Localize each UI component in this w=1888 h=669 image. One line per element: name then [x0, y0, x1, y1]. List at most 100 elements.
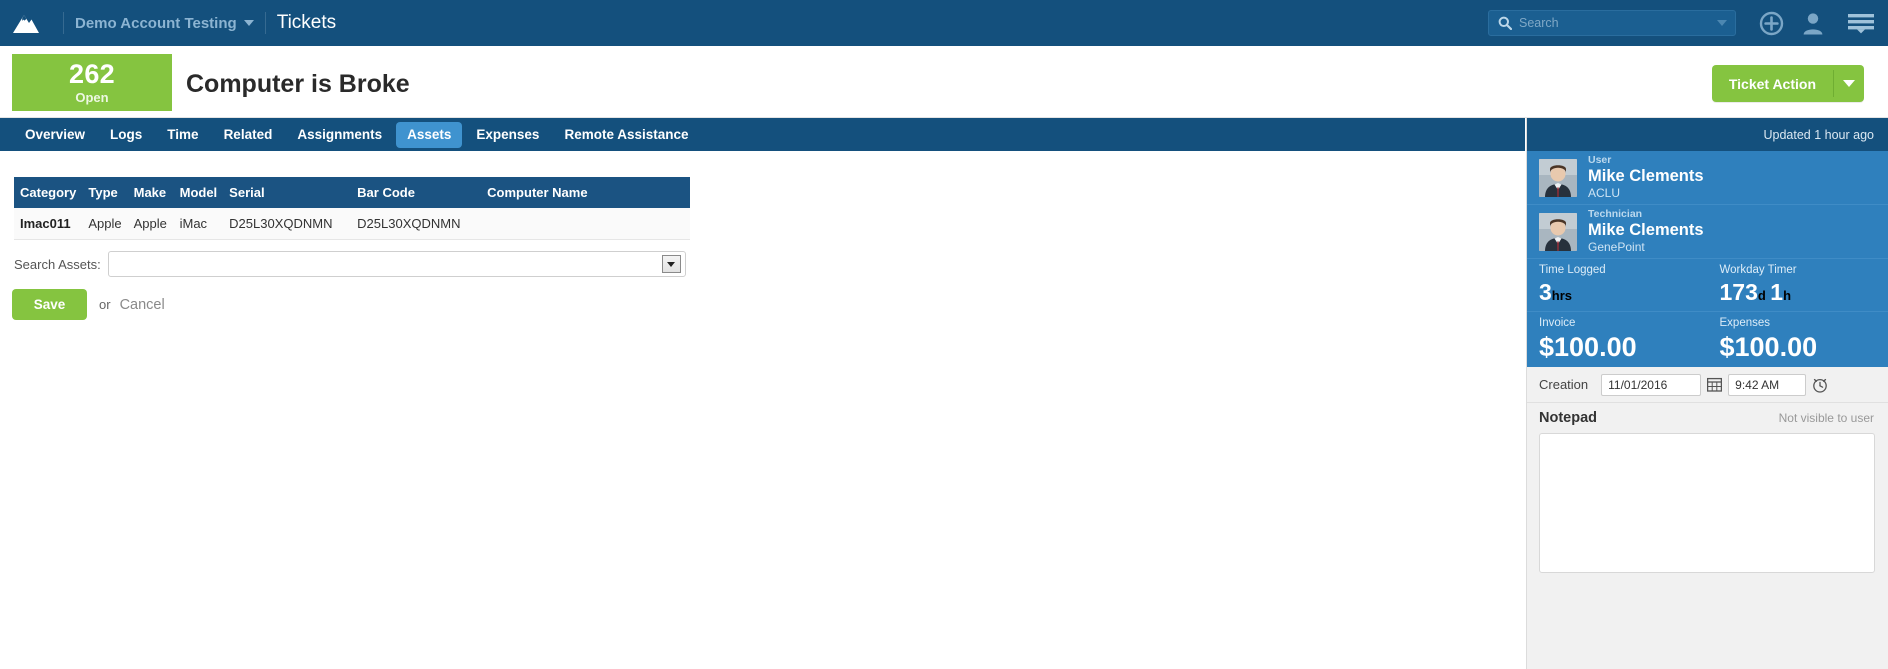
column-header-computer-name[interactable]: Computer Name — [481, 177, 690, 208]
time-stats-row: Time Logged 3hrs Workday Timer 173d 1h — [1527, 259, 1888, 312]
column-header-type[interactable]: Type — [82, 177, 128, 208]
status-badge[interactable]: 262 Open — [12, 54, 172, 111]
tab-time[interactable]: Time — [156, 123, 209, 147]
invoice-value: $100.00 — [1539, 331, 1637, 362]
workday-timer-stat[interactable]: Workday Timer 173d 1h — [1708, 259, 1888, 311]
hamburger-menu-icon — [1848, 14, 1874, 34]
column-header-serial[interactable]: Serial — [223, 177, 352, 208]
tab-expenses[interactable]: Expenses — [465, 123, 550, 147]
technician-role-label: Technician — [1588, 207, 1643, 220]
sidebar-user-row[interactable]: User Mike Clements ACLU — [1527, 151, 1888, 205]
status-badge-label: Open — [75, 90, 109, 105]
assets-table-body: Imac011 Apple Apple iMac D25L30XQDNMN D2… — [14, 208, 690, 240]
main-menu-button[interactable] — [1834, 0, 1888, 46]
save-button[interactable]: Save — [12, 289, 87, 320]
ticket-action-button[interactable]: Ticket Action — [1711, 65, 1864, 102]
user-name: Mike Clements — [1588, 167, 1704, 186]
calendar-glyph — [1707, 377, 1723, 392]
tab-logs[interactable]: Logs — [99, 123, 153, 147]
tab-remote-assistance[interactable]: Remote Assistance — [553, 123, 699, 147]
expenses-stat[interactable]: Expenses $100.00 — [1708, 312, 1888, 367]
time-logged-unit: hrs — [1551, 287, 1573, 303]
expenses-label: Expenses — [1719, 317, 1771, 329]
creation-date-input[interactable] — [1601, 373, 1702, 396]
workday-timer-hours: 1 — [1770, 278, 1784, 305]
top-nav-right-actions — [1488, 0, 1888, 46]
assets-table-head: Category Type Make Model Serial Bar Code… — [14, 177, 690, 208]
chevron-down-icon — [1843, 80, 1855, 87]
assets-panel: Category Type Make Model Serial Bar Code… — [0, 151, 1525, 669]
tab-related[interactable]: Related — [213, 123, 284, 147]
clock-icon[interactable] — [1812, 377, 1828, 393]
column-header-category[interactable]: Category — [14, 177, 83, 208]
technician-org: GenePoint — [1588, 239, 1645, 254]
cell-category: Imac011 — [14, 208, 83, 240]
cell-computer-name — [481, 208, 690, 240]
calendar-icon[interactable] — [1707, 377, 1723, 392]
updated-timestamp: Updated 1 hour ago — [1527, 118, 1888, 151]
workday-timer-days: 173 — [1719, 278, 1758, 305]
ticket-tab-bar: Overview Logs Time Related Assignments A… — [0, 118, 1525, 151]
tab-overview[interactable]: Overview — [14, 123, 96, 147]
time-logged-value: 3 — [1539, 278, 1552, 305]
plus-circle-icon — [1759, 11, 1783, 35]
avatar-photo — [1539, 158, 1577, 197]
search-assets-dropdown-button[interactable] — [661, 255, 681, 273]
user-info: User Mike Clements ACLU — [1588, 154, 1704, 201]
table-row[interactable]: Imac011 Apple Apple iMac D25L30XQDNMN D2… — [14, 208, 690, 240]
ticket-title: Computer is Broke — [186, 70, 410, 98]
chevron-down-icon — [243, 20, 254, 26]
search-input[interactable] — [1519, 16, 1699, 30]
money-stats-row: Invoice $100.00 Expenses $100.00 — [1527, 312, 1888, 367]
invoice-stat[interactable]: Invoice $100.00 — [1527, 312, 1708, 367]
global-search[interactable] — [1488, 10, 1736, 36]
table-header-row: Category Type Make Model Serial Bar Code… — [14, 177, 690, 208]
ticket-action-label: Ticket Action — [1728, 75, 1816, 92]
cell-serial: D25L30XQDNMN — [223, 208, 352, 240]
workday-timer-label: Workday Timer — [1719, 264, 1797, 276]
chevron-down-icon — [667, 261, 676, 267]
ticket-header: 262 Open Computer is Broke Ticket Action — [0, 46, 1888, 118]
notepad-header: Notepad Not visible to user — [1527, 403, 1888, 433]
technician-info: Technician Mike Clements GenePoint — [1588, 207, 1704, 255]
person-icon — [1803, 12, 1823, 34]
sidebar-technician-row[interactable]: Technician Mike Clements GenePoint — [1527, 205, 1888, 259]
workday-timer-days-unit: d — [1757, 287, 1766, 303]
search-assets-combobox[interactable] — [107, 251, 686, 277]
invoice-label: Invoice — [1539, 317, 1576, 329]
search-assets-input[interactable] — [108, 256, 649, 272]
creation-row: Creation — [1527, 367, 1888, 403]
clock-glyph — [1813, 378, 1827, 393]
cell-model: iMac — [173, 208, 224, 240]
workday-timer-hours-unit: h — [1783, 287, 1792, 303]
creation-time-input[interactable] — [1728, 373, 1807, 396]
creation-label: Creation — [1539, 377, 1589, 392]
notepad-title: Notepad — [1539, 410, 1597, 426]
cancel-button[interactable]: Cancel — [120, 297, 165, 313]
search-icon — [1498, 16, 1512, 30]
search-dropdown-caret-icon[interactable] — [1717, 20, 1727, 26]
column-header-bar-code[interactable]: Bar Code — [351, 177, 482, 208]
page-title: Tickets — [276, 12, 337, 33]
column-header-make[interactable]: Make — [127, 177, 174, 208]
search-assets-row: Search Assets: — [14, 251, 686, 277]
notepad-visibility-note: Not visible to user — [1778, 411, 1874, 425]
avatar-photo — [1539, 212, 1577, 251]
time-logged-stat[interactable]: Time Logged 3hrs — [1527, 259, 1708, 311]
tab-assets[interactable]: Assets — [396, 121, 463, 148]
tab-assignments[interactable]: Assignments — [286, 123, 393, 147]
expenses-value: $100.00 — [1719, 331, 1818, 362]
account-selector[interactable]: Demo Account Testing — [75, 15, 254, 32]
user-account-button[interactable] — [1792, 0, 1834, 46]
nav-divider-2 — [264, 12, 266, 34]
notepad-textarea[interactable] — [1539, 433, 1875, 573]
technician-name: Mike Clements — [1588, 221, 1704, 240]
search-assets-label: Search Assets: — [14, 256, 101, 272]
ticket-action-dropdown[interactable] — [1834, 65, 1864, 102]
status-badge-count: 262 — [69, 59, 115, 89]
add-button[interactable] — [1750, 0, 1792, 46]
column-header-model[interactable]: Model — [173, 177, 224, 208]
avatar — [1539, 158, 1577, 197]
app-logo[interactable] — [0, 0, 52, 46]
cell-bar-code: D25L30XQDNMN — [351, 208, 482, 240]
